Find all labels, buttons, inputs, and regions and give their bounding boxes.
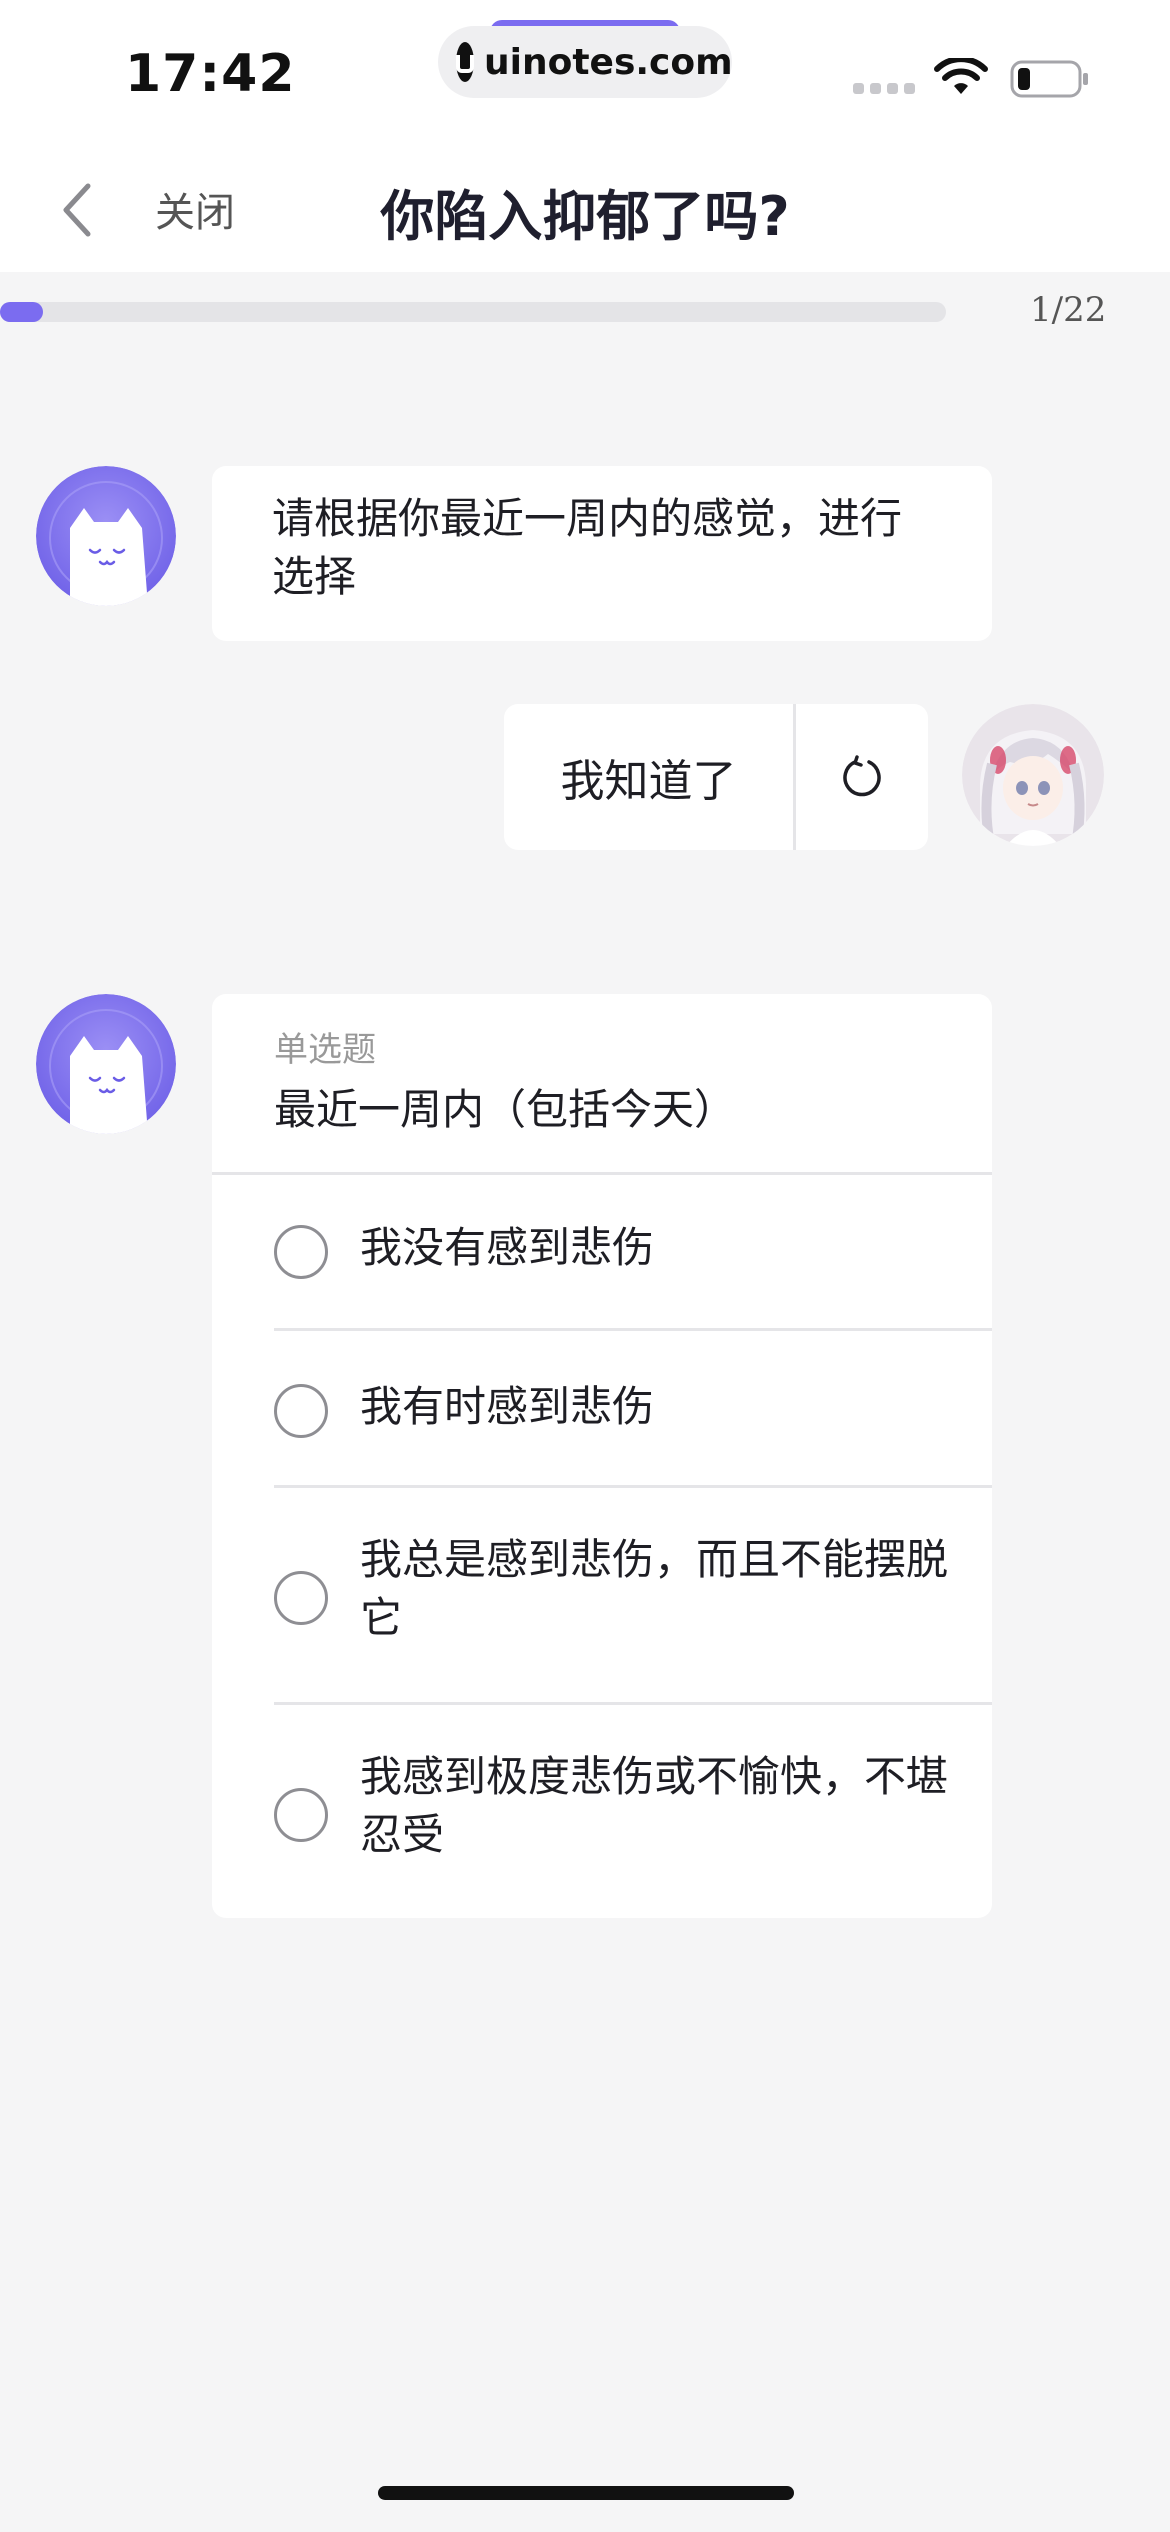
intro-message-text: 请根据你最近一周内的感觉，进行选择 — [272, 494, 903, 601]
user-avatar-image — [962, 704, 1104, 846]
progress-count: 1/22 — [1030, 290, 1107, 330]
option-label: 我感到极度悲伤或不愉快，不堪忍受 — [360, 1752, 949, 1859]
progress-fill — [0, 302, 43, 322]
progress-bar — [0, 302, 946, 322]
divider — [274, 1485, 992, 1488]
home-indicator[interactable] — [378, 2486, 794, 2500]
radio-button[interactable] — [274, 1571, 328, 1625]
url-text: uinotes.com — [484, 41, 733, 83]
radio-button[interactable] — [274, 1225, 328, 1279]
redo-icon — [843, 755, 881, 797]
question-card: 单选题 最近一周内（包括今天） 我没有感到悲伤 我有时感到悲伤 我总是感到悲伤，… — [212, 994, 992, 1918]
divider — [274, 1702, 992, 1705]
signal-icon — [853, 83, 915, 94]
radio-button[interactable] — [274, 1384, 328, 1438]
divider — [274, 1328, 992, 1331]
option-item[interactable]: 我感到极度悲伤或不愉快，不堪忍受 — [212, 1702, 992, 1918]
bot-avatar — [36, 466, 176, 606]
option-label: 我总是感到悲伤，而且不能摆脱它 — [360, 1535, 949, 1642]
bot-avatar — [36, 994, 176, 1134]
cat-avatar-icon — [36, 994, 176, 1134]
redo-button[interactable] — [796, 704, 928, 850]
status-time: 17:42 — [125, 44, 296, 104]
nav-bar: 关闭 你陷入抑郁了吗? — [0, 130, 1170, 272]
option-label: 我没有感到悲伤 — [360, 1223, 655, 1272]
status-bar: 17:42 uinotes.com — [0, 0, 1170, 130]
reply-label: 我知道了 — [504, 704, 796, 850]
option-label: 我有时感到悲伤 — [360, 1382, 655, 1431]
url-pill[interactable]: uinotes.com — [438, 26, 733, 98]
option-item[interactable]: 我有时感到悲伤 — [212, 1328, 992, 1485]
question-type-label: 单选题 — [274, 1030, 376, 1070]
question-title: 最近一周内（包括今天） — [274, 1085, 737, 1134]
reply-bubble: 我知道了 — [504, 704, 928, 850]
radio-button[interactable] — [274, 1788, 328, 1842]
intro-message-bubble: 请根据你最近一周内的感觉，进行选择 — [212, 466, 992, 641]
site-logo-icon — [456, 42, 474, 82]
battery-icon — [1010, 60, 1088, 98]
wifi-icon — [934, 58, 988, 94]
cat-avatar-icon — [36, 466, 176, 606]
option-item[interactable]: 我总是感到悲伤，而且不能摆脱它 — [212, 1485, 992, 1702]
option-item[interactable]: 我没有感到悲伤 — [212, 1175, 992, 1328]
user-avatar — [962, 704, 1104, 846]
page-title: 你陷入抑郁了吗? — [380, 185, 790, 248]
